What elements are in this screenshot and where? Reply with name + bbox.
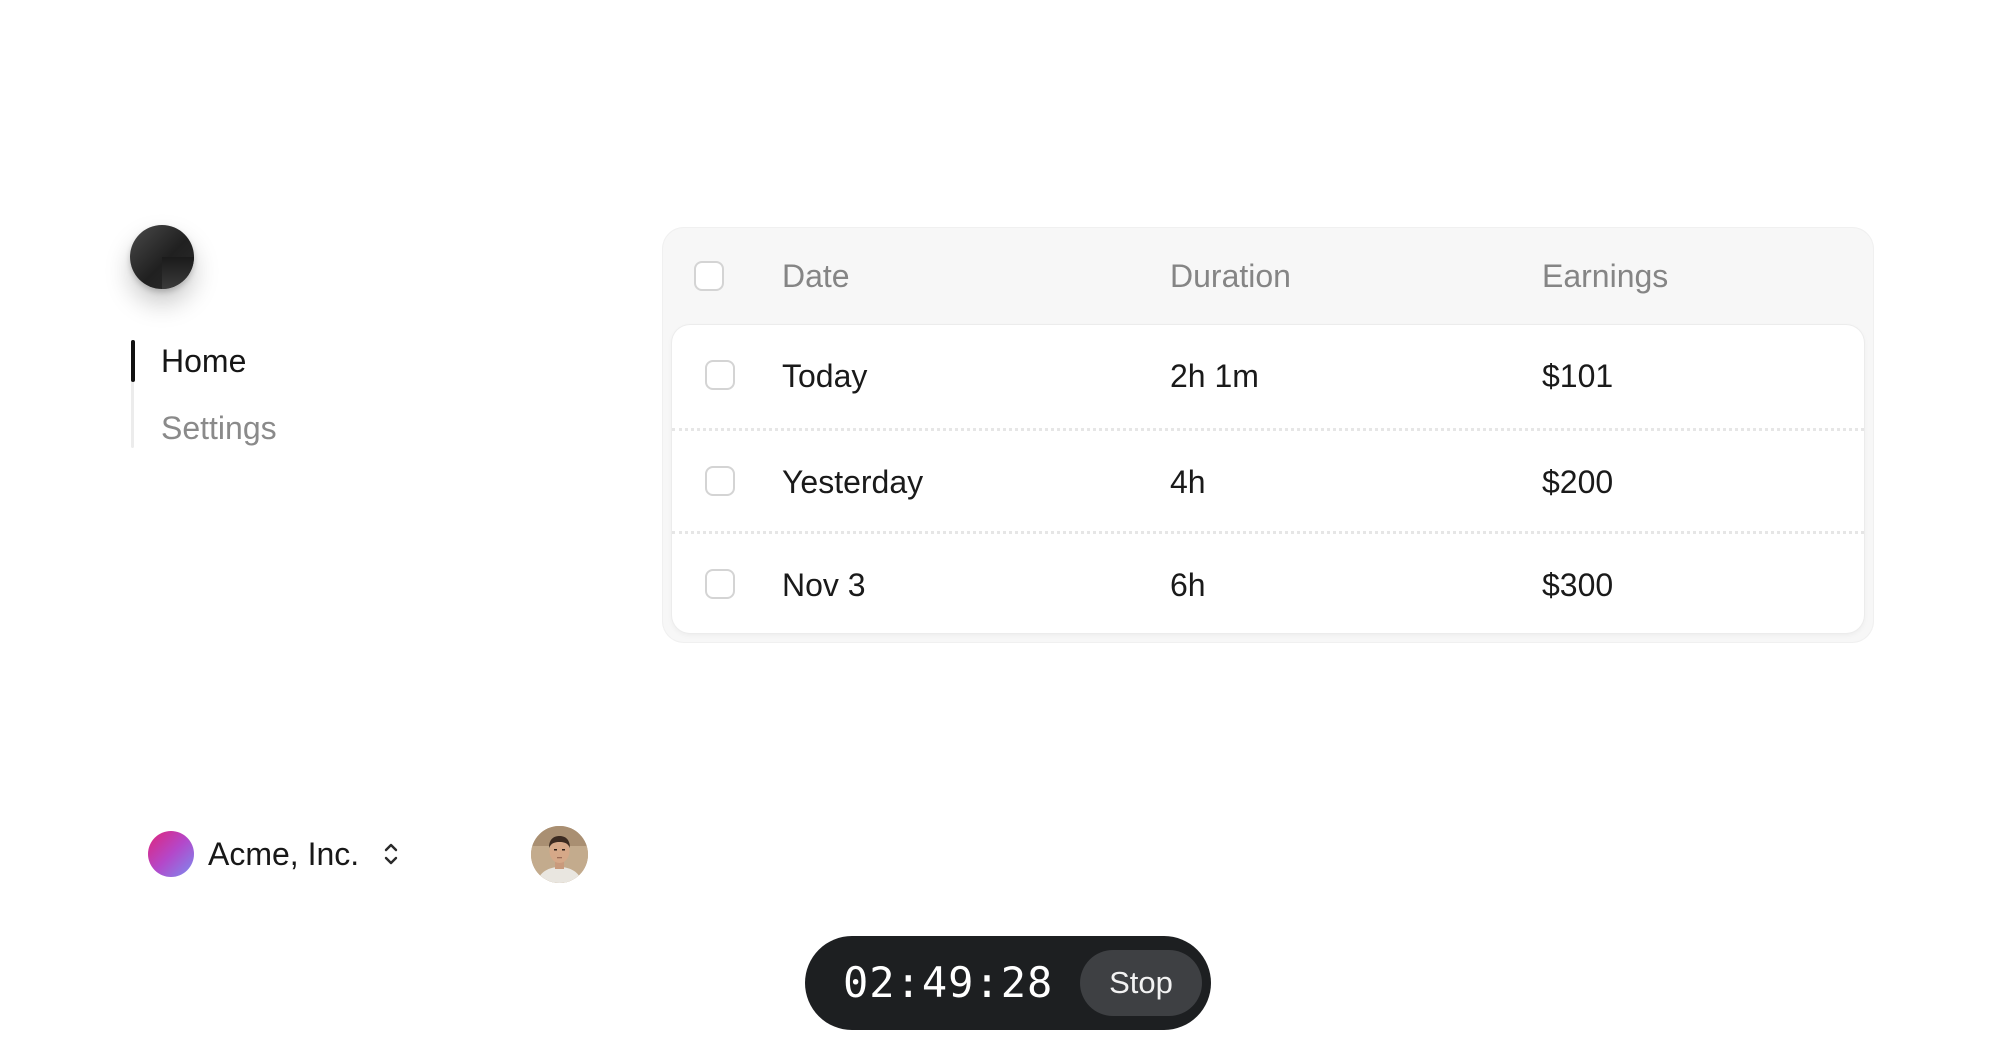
row-checkbox[interactable] xyxy=(705,360,735,390)
column-header-earnings[interactable]: Earnings xyxy=(1542,256,1668,296)
workspace-switcher[interactable]: Acme, Inc. xyxy=(148,830,401,878)
cell-duration: 2h 1m xyxy=(1170,358,1259,394)
nav-active-indicator xyxy=(131,340,135,382)
cell-duration: 6h xyxy=(1170,567,1206,603)
table-body: Today 2h 1m $101 Yesterday 4h $200 Nov 3… xyxy=(672,325,1864,633)
workspace-logo-icon xyxy=(148,831,194,877)
table-row[interactable]: Today 2h 1m $101 xyxy=(672,325,1864,427)
chevron-up-down-icon xyxy=(384,843,398,865)
table-header: Date Duration Earnings xyxy=(662,227,1874,325)
cell-duration: 4h xyxy=(1170,464,1206,500)
cell-earnings: $200 xyxy=(1542,464,1614,500)
cell-date: Nov 3 xyxy=(782,567,866,603)
column-header-date[interactable]: Date xyxy=(782,256,850,296)
avatar-portrait-icon xyxy=(531,826,588,883)
sidebar-item-settings[interactable]: Settings xyxy=(161,408,277,448)
timer-bar: 02:49:28 Stop xyxy=(805,936,1211,1030)
timer-display: 02:49:28 xyxy=(843,958,1054,1007)
table-row[interactable]: Yesterday 4h $200 xyxy=(672,428,1864,533)
column-header-duration[interactable]: Duration xyxy=(1170,256,1291,296)
sidebar-item-home[interactable]: Home xyxy=(161,341,246,381)
app-logo[interactable] xyxy=(130,225,194,289)
table-row[interactable]: Nov 3 6h $300 xyxy=(672,531,1864,633)
cell-date: Yesterday xyxy=(782,464,924,500)
select-all-checkbox[interactable] xyxy=(694,261,724,291)
cell-earnings: $300 xyxy=(1542,567,1614,603)
row-checkbox[interactable] xyxy=(705,466,735,496)
earnings-table: Date Duration Earnings Today 2h 1m $101 … xyxy=(662,227,1874,643)
user-avatar[interactable] xyxy=(531,826,588,883)
workspace-name: Acme, Inc. xyxy=(208,835,360,872)
stop-button[interactable]: Stop xyxy=(1080,950,1202,1016)
cell-date: Today xyxy=(782,358,868,394)
cell-earnings: $101 xyxy=(1542,358,1614,394)
row-checkbox[interactable] xyxy=(705,569,735,599)
